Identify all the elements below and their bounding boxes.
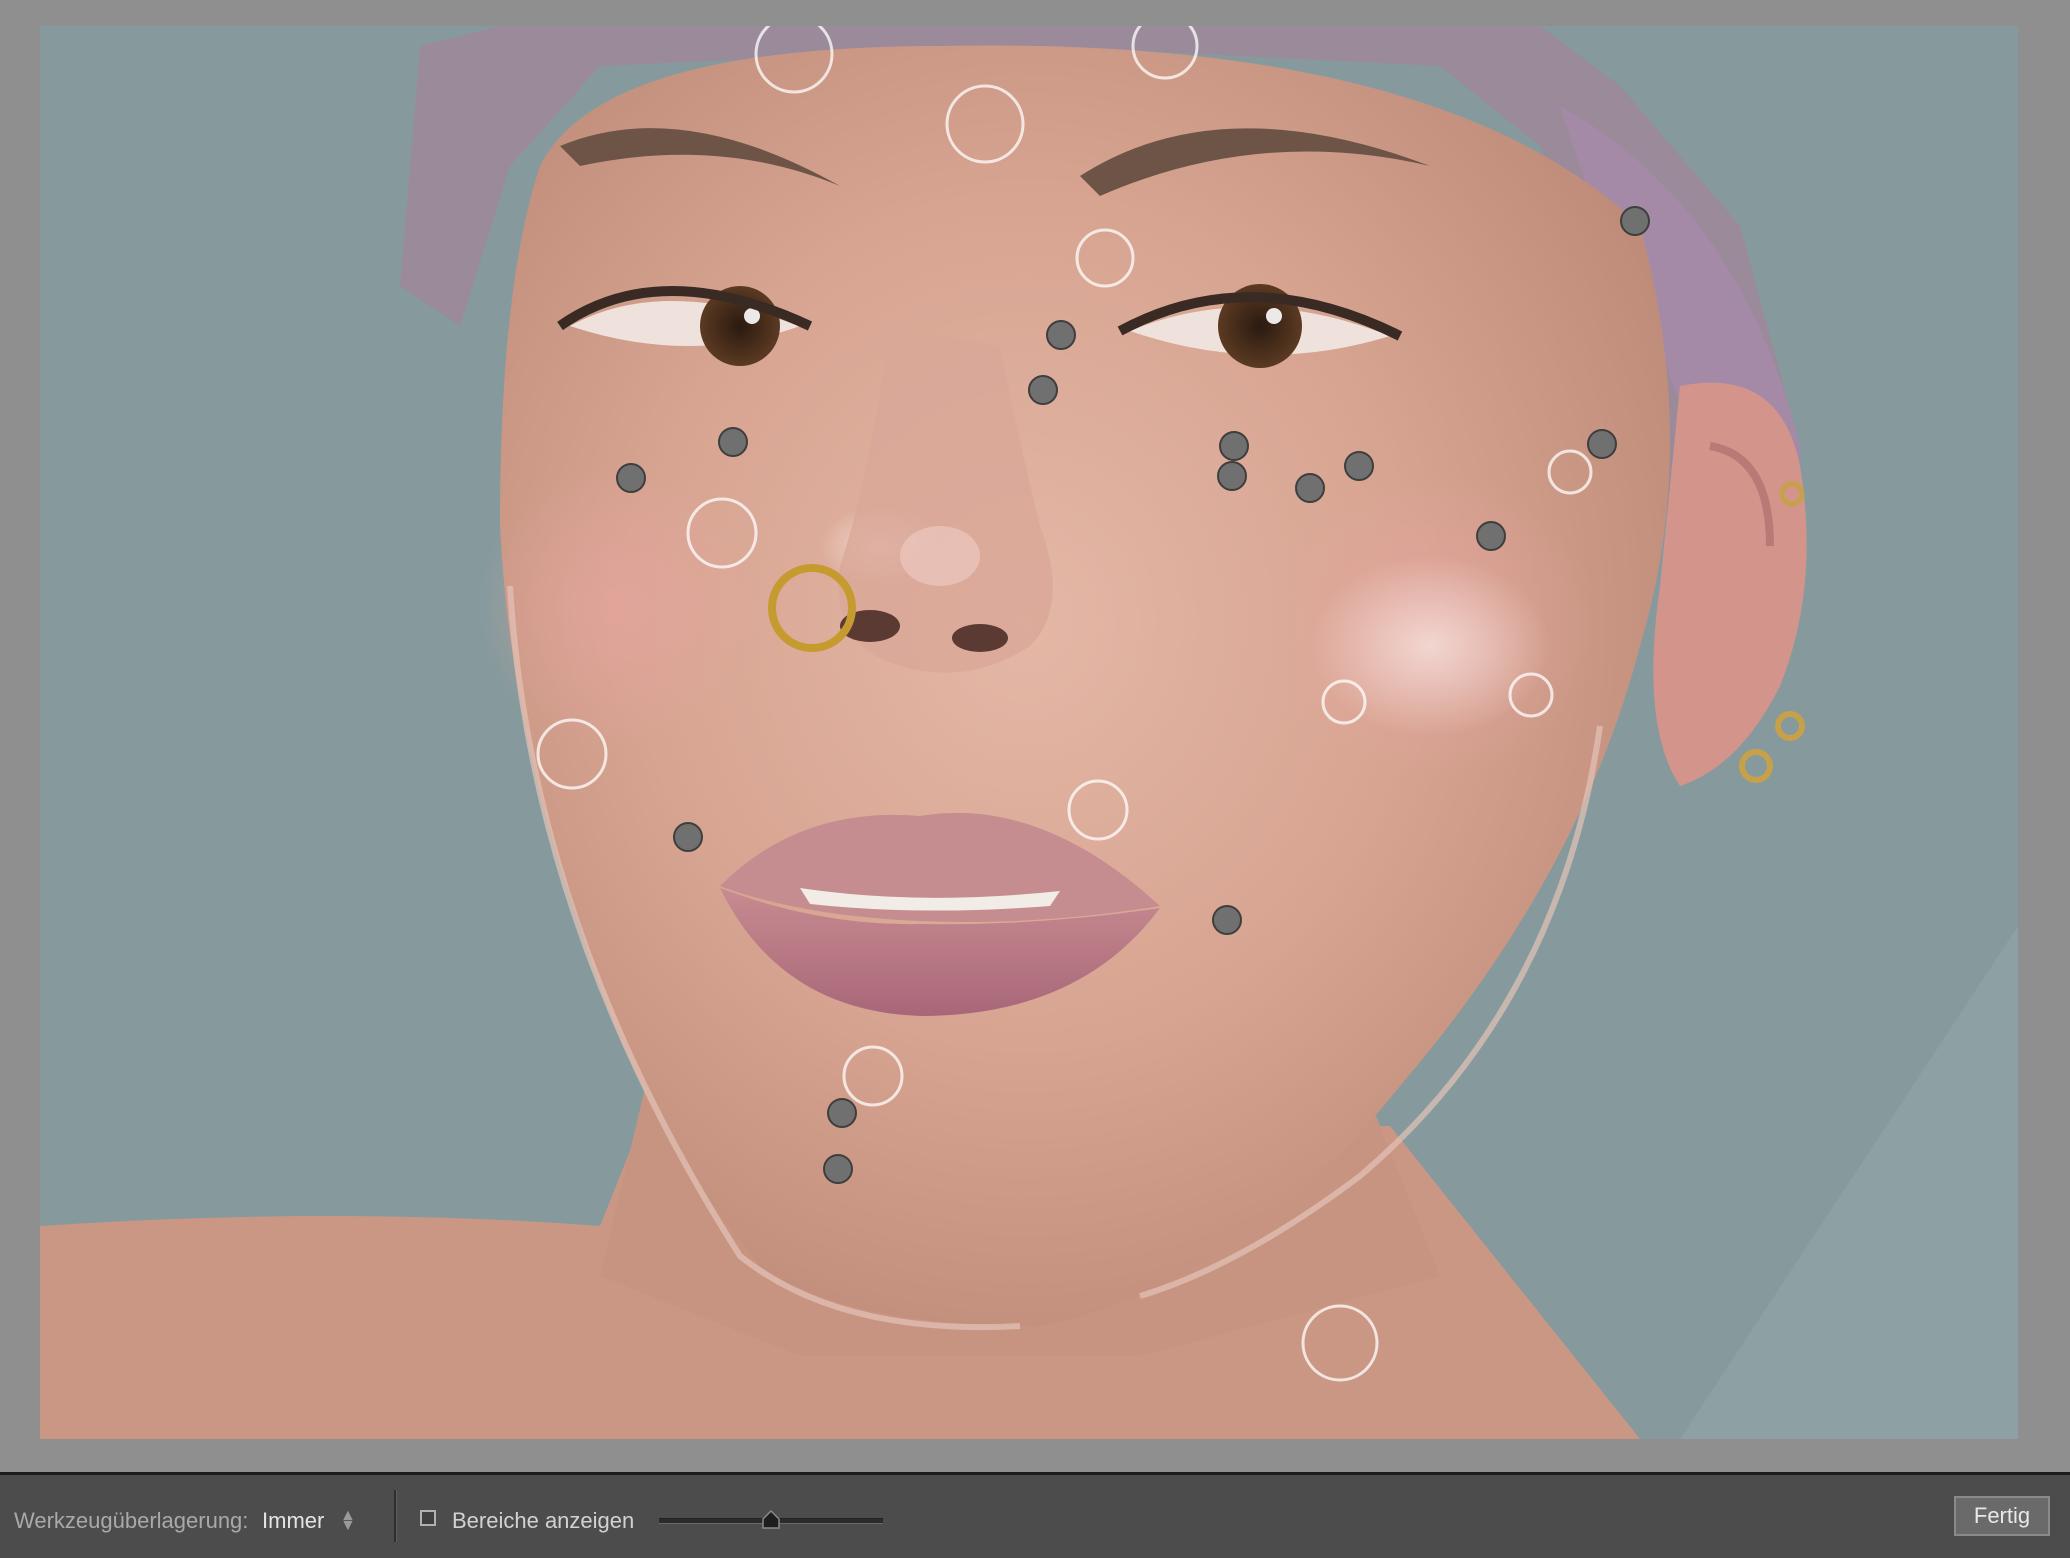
- spot-ring: [842, 1045, 904, 1107]
- toolbar-divider: [394, 1490, 397, 1542]
- spot-ring: [1067, 779, 1129, 841]
- spot-pin: [1587, 429, 1617, 459]
- spot-pin: [718, 427, 748, 457]
- spot-pin: [823, 1154, 853, 1184]
- show-areas-checkbox[interactable]: [420, 1510, 436, 1526]
- spot-ring: [686, 497, 758, 569]
- spot-pin: [1295, 473, 1325, 503]
- spot-ring: [1321, 679, 1367, 725]
- tool-overlay-label: Werkzeugüberlagerung:: [14, 1508, 249, 1533]
- spot-pin: [827, 1098, 857, 1128]
- spot-ring: [1508, 672, 1554, 718]
- tool-overlay-select[interactable]: Immer: [262, 1508, 324, 1534]
- spot-pin: [1212, 905, 1242, 935]
- slider-thumb[interactable]: [761, 1510, 781, 1530]
- spot-pin: [673, 822, 703, 852]
- spot-ring: [1301, 1304, 1379, 1382]
- spot-pin: [1217, 461, 1247, 491]
- spot-ring: [754, 26, 834, 94]
- spot-pin: [1620, 206, 1650, 236]
- select-stepper-icon[interactable]: ▲ ▼: [340, 1508, 356, 1534]
- spot-ring: [1075, 228, 1135, 288]
- done-button[interactable]: Fertig: [1954, 1496, 2050, 1536]
- spot-pin: [616, 463, 646, 493]
- spot-ring: [536, 718, 608, 790]
- spot-pin: [1028, 375, 1058, 405]
- photo-workspace: [0, 0, 2070, 1472]
- spot-pin: [1476, 521, 1506, 551]
- photo-canvas[interactable]: [40, 26, 2018, 1439]
- spot-pin: [1219, 431, 1249, 461]
- spot-removal-pins: [536, 26, 1650, 1382]
- spot-ring: [945, 84, 1025, 164]
- spot-ring: [1547, 449, 1593, 495]
- spot-ring: [1131, 26, 1199, 80]
- spot-pin: [1046, 320, 1076, 350]
- show-areas-label[interactable]: Bereiche anzeigen: [452, 1508, 634, 1534]
- spot-pin: [1344, 451, 1374, 481]
